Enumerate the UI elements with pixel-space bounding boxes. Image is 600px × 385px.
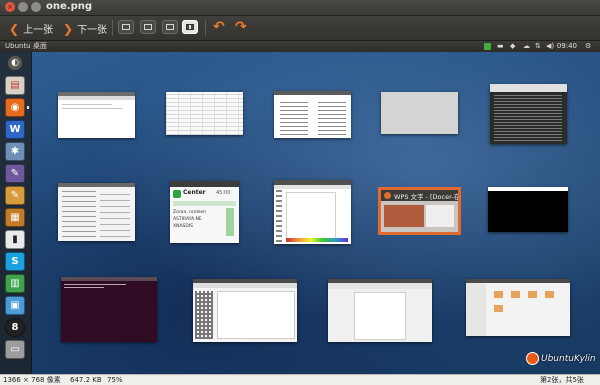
presentation-icon[interactable]: ▣: [5, 296, 25, 315]
document-window-thumbnail[interactable]: [328, 279, 432, 342]
actual-size-icon: [144, 24, 152, 30]
folder-icon: [494, 305, 503, 312]
power-gear-icon[interactable]: ⚙: [585, 43, 591, 50]
rotate-right-icon[interactable]: ↷: [235, 19, 247, 35]
window-thumbnail[interactable]: [166, 92, 243, 135]
paint-icon[interactable]: ✎: [5, 186, 25, 205]
dash-home-icon[interactable]: ◐: [7, 55, 23, 71]
software-center-icon[interactable]: ✎: [5, 164, 25, 183]
window-thumbnail[interactable]: [58, 183, 135, 241]
rotate-left-icon[interactable]: ↶: [213, 19, 225, 35]
minimize-icon[interactable]: [18, 2, 28, 12]
dropbox-indicator-icon[interactable]: ◆: [510, 43, 515, 50]
folder-icon: [494, 291, 503, 298]
cloud-indicator-icon[interactable]: ☁: [523, 43, 530, 50]
running-indicator: [27, 106, 29, 109]
previous-label: 上一张: [23, 25, 54, 36]
chat-window-title: Center: [183, 189, 206, 196]
status-bar: 1366 × 768 像素 647.2 KB 75% 第2张，共5张: [0, 374, 600, 385]
list-item: ASTIRAYA.NE: [173, 217, 202, 222]
chat-app-icon: [173, 190, 181, 198]
volume-indicator-icon[interactable]: ◀): [546, 43, 554, 50]
chevron-right-icon: ❯: [63, 21, 74, 36]
files-icon[interactable]: ▤: [5, 76, 25, 95]
chat-window-time: 45:00: [216, 190, 231, 196]
window-thumbnail[interactable]: [488, 187, 568, 232]
chat-contact-list: Zoran, nroleen ASTIRAYA.NE XNASDIS: [173, 209, 206, 230]
terminal-window-thumbnail[interactable]: [61, 277, 157, 342]
skype-icon[interactable]: S: [5, 252, 25, 271]
gallery-icon: [186, 24, 194, 30]
top-panel: Ubuntu 桌面 ▬ ◆ ☁ ⇅ ◀) 09:40 ⚙: [0, 41, 600, 52]
panel-title: Ubuntu 桌面: [5, 42, 47, 50]
keyboard-indicator-icon[interactable]: ▬: [497, 43, 504, 50]
toolbar-divider: [112, 20, 113, 36]
selected-window-thumbnail[interactable]: WPS 文字 - [Docer-在...: [378, 187, 461, 235]
list-item: Zoran, nroleen: [173, 210, 207, 215]
close-icon[interactable]: ×: [5, 2, 15, 12]
close-icon[interactable]: [384, 192, 391, 199]
list-item: XNASDIS: [173, 224, 194, 229]
fullscreen-icon: [166, 24, 174, 30]
window-thumbnail[interactable]: [274, 91, 351, 138]
launcher: ◐ ▤ ◉ W ✱ ✎ ✎ ▦ ▮ S ▥ ▣ 8 ▭: [0, 52, 32, 374]
spreadsheet-icon[interactable]: ▥: [5, 274, 25, 293]
file-manager-window-thumbnail[interactable]: [466, 279, 570, 336]
window-thumbnail[interactable]: [58, 92, 135, 138]
media-player-icon[interactable]: 8: [5, 318, 25, 337]
window-thumbnail[interactable]: [381, 92, 458, 134]
folder-icon: [528, 291, 537, 298]
folder-icon: [545, 291, 554, 298]
chat-window-thumbnail[interactable]: Center 45:00 Zoran, nroleen ASTIRAYA.NE …: [170, 181, 239, 243]
terminal-icon[interactable]: ▭: [5, 340, 25, 359]
selected-window-title: WPS 文字 - [Docer-在...: [394, 193, 458, 201]
image-viewer-icon[interactable]: ▦: [5, 208, 25, 227]
paint-window-thumbnail[interactable]: [193, 279, 297, 342]
actual-size-button[interactable]: [140, 20, 156, 34]
ubuntukylin-logo-icon: [526, 352, 539, 365]
gallery-button[interactable]: [182, 20, 198, 34]
fit-window-button[interactable]: [118, 20, 134, 34]
maximize-icon[interactable]: [31, 2, 41, 12]
fullscreen-button[interactable]: [162, 20, 178, 34]
settings-icon[interactable]: ✱: [5, 142, 25, 161]
wps-writer-icon[interactable]: W: [5, 120, 25, 139]
firefox-icon[interactable]: ◉: [5, 98, 25, 117]
watermark-text: UbuntuKylin: [541, 354, 596, 364]
next-label: 下一张: [77, 25, 108, 36]
panel-clock[interactable]: 09:40: [557, 41, 577, 52]
fit-window-icon: [122, 24, 130, 30]
next-button[interactable]: ❯ 下一张: [63, 21, 108, 37]
window-title: one.png: [46, 1, 93, 12]
sync-indicator-icon[interactable]: [484, 43, 491, 50]
previous-button[interactable]: ❮ 上一张: [9, 21, 54, 37]
title-bar: × one.png: [0, 0, 600, 16]
network-indicator-icon[interactable]: ⇅: [535, 43, 541, 50]
chevron-left-icon: ❮: [9, 21, 20, 36]
toolbar-divider: [205, 20, 206, 36]
toolbar: ❮ 上一张 ❯ 下一张 ↶ ↷: [0, 16, 600, 41]
window-thumbnail[interactable]: [490, 84, 567, 144]
document-icon[interactable]: ▮: [5, 230, 25, 249]
folder-icon: [511, 291, 520, 298]
window-thumbnail[interactable]: [274, 180, 351, 244]
